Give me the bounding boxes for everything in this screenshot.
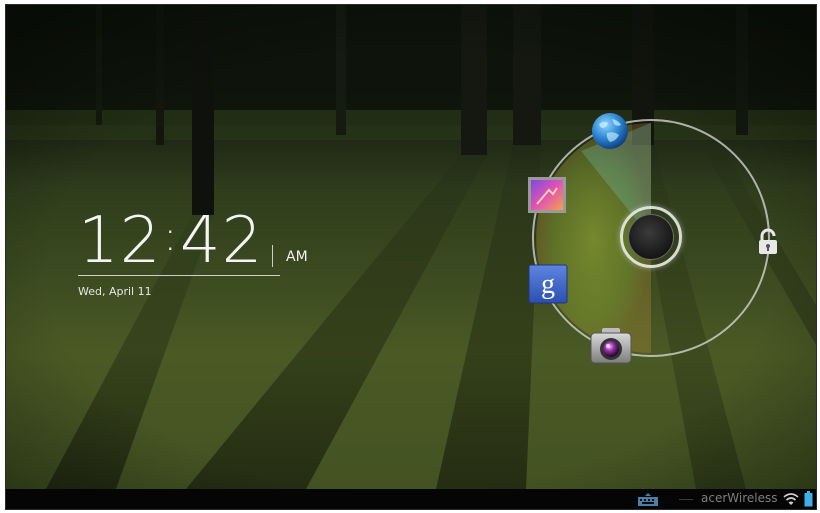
clock-separator bbox=[272, 245, 273, 267]
google-search-target[interactable]: g bbox=[528, 264, 568, 304]
gallery-target[interactable] bbox=[527, 176, 567, 214]
svg-text:g: g bbox=[541, 269, 555, 300]
clock-date: Wed, April 11 bbox=[78, 285, 152, 298]
wifi-icon bbox=[783, 493, 799, 505]
browser-target[interactable] bbox=[590, 111, 630, 151]
lock-icon bbox=[759, 228, 777, 254]
gallery-icon bbox=[528, 177, 566, 213]
keyboard-icon[interactable] bbox=[636, 492, 660, 507]
globe-icon bbox=[592, 113, 628, 149]
clock-underline bbox=[78, 275, 280, 276]
camera-icon bbox=[590, 328, 632, 364]
battery-icon bbox=[804, 491, 813, 507]
clock-hours: 12 bbox=[78, 204, 162, 278]
camera-target[interactable] bbox=[588, 325, 634, 367]
status-divider bbox=[679, 499, 693, 500]
clock-minutes: 42 bbox=[179, 204, 264, 278]
clock-colon: : bbox=[163, 214, 178, 260]
google-g-icon: g bbox=[528, 264, 568, 304]
unlock-target[interactable] bbox=[754, 227, 782, 257]
system-status-bar: acerWireless bbox=[6, 489, 816, 509]
unlock-handle[interactable] bbox=[628, 214, 674, 260]
clock-ampm: AM bbox=[286, 249, 308, 265]
network-name: acerWireless bbox=[701, 491, 778, 505]
lock-screen: 12:42 AM Wed, April 11 g acerWireless bbox=[5, 4, 817, 510]
clock-time: 12:42 bbox=[78, 201, 263, 277]
